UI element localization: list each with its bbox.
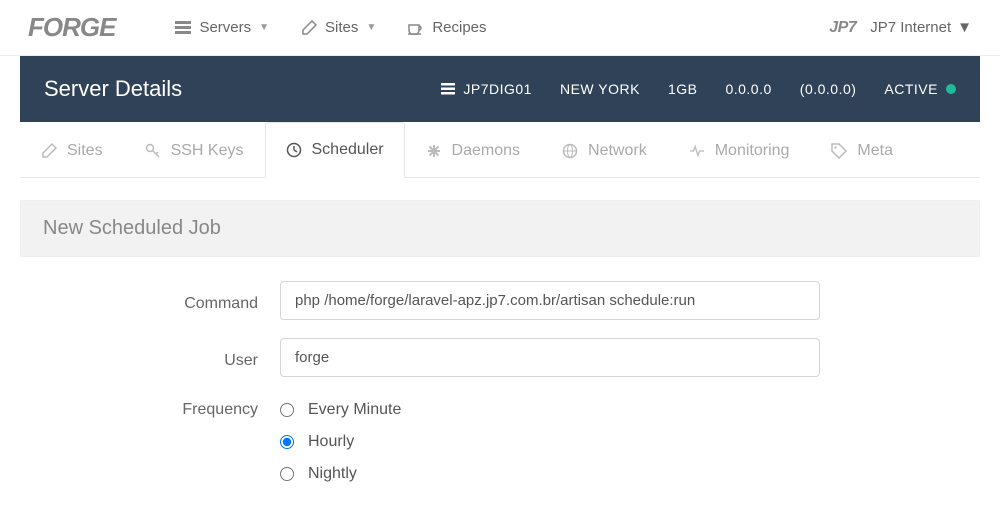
nav-servers[interactable]: Servers ▼ bbox=[175, 19, 269, 36]
form-row-command: Command bbox=[20, 281, 980, 320]
pencil-icon bbox=[301, 20, 317, 36]
frequency-option-nightly[interactable]: Nightly bbox=[280, 465, 820, 483]
server-region: NEW YORK bbox=[560, 81, 640, 97]
tab-meta[interactable]: Meta bbox=[810, 122, 914, 178]
command-input[interactable] bbox=[280, 281, 820, 320]
server-icon bbox=[175, 20, 191, 36]
tab-ssh-keys[interactable]: SSH Keys bbox=[124, 122, 265, 178]
frequency-radio-group: Every Minute Hourly Nightly bbox=[280, 395, 820, 483]
tab-label: Sites bbox=[67, 142, 103, 160]
form-row-user: User bbox=[20, 338, 980, 377]
server-header: Server Details JP7DIG01 NEW YORK 1GB 0.0… bbox=[20, 56, 980, 122]
server-status: ACTIVE bbox=[884, 81, 956, 97]
user-label: User bbox=[20, 346, 280, 370]
radio-nightly[interactable] bbox=[280, 467, 294, 481]
caret-down-icon: ▼ bbox=[259, 22, 269, 33]
pencil-icon bbox=[41, 143, 57, 159]
nav-sites[interactable]: Sites ▼ bbox=[301, 19, 376, 36]
status-dot-icon bbox=[946, 84, 956, 94]
server-size: 1GB bbox=[668, 81, 698, 97]
radio-label: Hourly bbox=[308, 433, 354, 451]
clock-icon bbox=[286, 142, 302, 158]
form-row-frequency: Frequency Every Minute Hourly bbox=[20, 395, 980, 483]
radio-label: Nightly bbox=[308, 465, 357, 483]
top-nav: FORGE Servers ▼ Sites ▼ Recipes JP7 JP7 … bbox=[0, 0, 1000, 56]
coffee-icon bbox=[408, 20, 424, 36]
frequency-option-hourly[interactable]: Hourly bbox=[280, 433, 820, 451]
account-dropdown[interactable]: JP7 Internet ▼ bbox=[870, 19, 972, 36]
command-label: Command bbox=[20, 289, 280, 313]
nav-right: JP7 JP7 Internet ▼ bbox=[829, 19, 972, 37]
nav-recipes-label: Recipes bbox=[432, 19, 486, 36]
nav-recipes[interactable]: Recipes bbox=[408, 19, 486, 36]
key-icon bbox=[145, 143, 161, 159]
server-private-ip: (0.0.0.0) bbox=[800, 81, 857, 97]
tab-label: Meta bbox=[857, 142, 893, 160]
scheduled-job-form: Command User Frequency Every Minute bbox=[20, 257, 980, 525]
tab-label: Daemons bbox=[452, 142, 520, 160]
tab-sites[interactable]: Sites bbox=[20, 122, 124, 178]
caret-down-icon: ▼ bbox=[366, 22, 376, 33]
server-meta: JP7DIG01 NEW YORK 1GB 0.0.0.0 (0.0.0.0) … bbox=[441, 81, 956, 97]
tab-daemons[interactable]: Daemons bbox=[405, 122, 541, 178]
server-name: JP7DIG01 bbox=[441, 81, 532, 97]
nav-items: Servers ▼ Sites ▼ Recipes bbox=[175, 19, 486, 36]
radio-hourly[interactable] bbox=[280, 435, 294, 449]
server-icon bbox=[441, 83, 455, 95]
tab-network[interactable]: Network bbox=[541, 122, 668, 178]
account-logo: JP7 bbox=[829, 19, 856, 37]
asterisk-icon bbox=[426, 143, 442, 159]
panel: New Scheduled Job Command User Frequency bbox=[20, 178, 980, 525]
radio-every-minute[interactable] bbox=[280, 403, 294, 417]
panel-title: New Scheduled Job bbox=[20, 200, 980, 257]
tab-label: Scheduler bbox=[312, 141, 384, 159]
nav-servers-label: Servers bbox=[199, 19, 251, 36]
caret-down-icon: ▼ bbox=[957, 19, 972, 36]
account-name: JP7 Internet bbox=[870, 19, 951, 36]
tab-scheduler[interactable]: Scheduler bbox=[265, 122, 405, 178]
user-input[interactable] bbox=[280, 338, 820, 377]
nav-sites-label: Sites bbox=[325, 19, 358, 36]
brand-logo: FORGE bbox=[28, 12, 115, 43]
tab-label: Monitoring bbox=[715, 142, 790, 160]
page-wrap: Server Details JP7DIG01 NEW YORK 1GB 0.0… bbox=[0, 56, 1000, 525]
globe-icon bbox=[562, 143, 578, 159]
server-ip: 0.0.0.0 bbox=[725, 81, 771, 97]
tab-label: Network bbox=[588, 142, 647, 160]
heartbeat-icon bbox=[689, 143, 705, 159]
page-title: Server Details bbox=[44, 76, 182, 102]
radio-label: Every Minute bbox=[308, 401, 401, 419]
tab-monitoring[interactable]: Monitoring bbox=[668, 122, 811, 178]
tag-icon bbox=[831, 143, 847, 159]
tabs: Sites SSH Keys Scheduler Daemons Network bbox=[20, 122, 980, 178]
frequency-option-every-minute[interactable]: Every Minute bbox=[280, 401, 820, 419]
frequency-label: Frequency bbox=[20, 395, 280, 419]
tab-label: SSH Keys bbox=[171, 142, 244, 160]
